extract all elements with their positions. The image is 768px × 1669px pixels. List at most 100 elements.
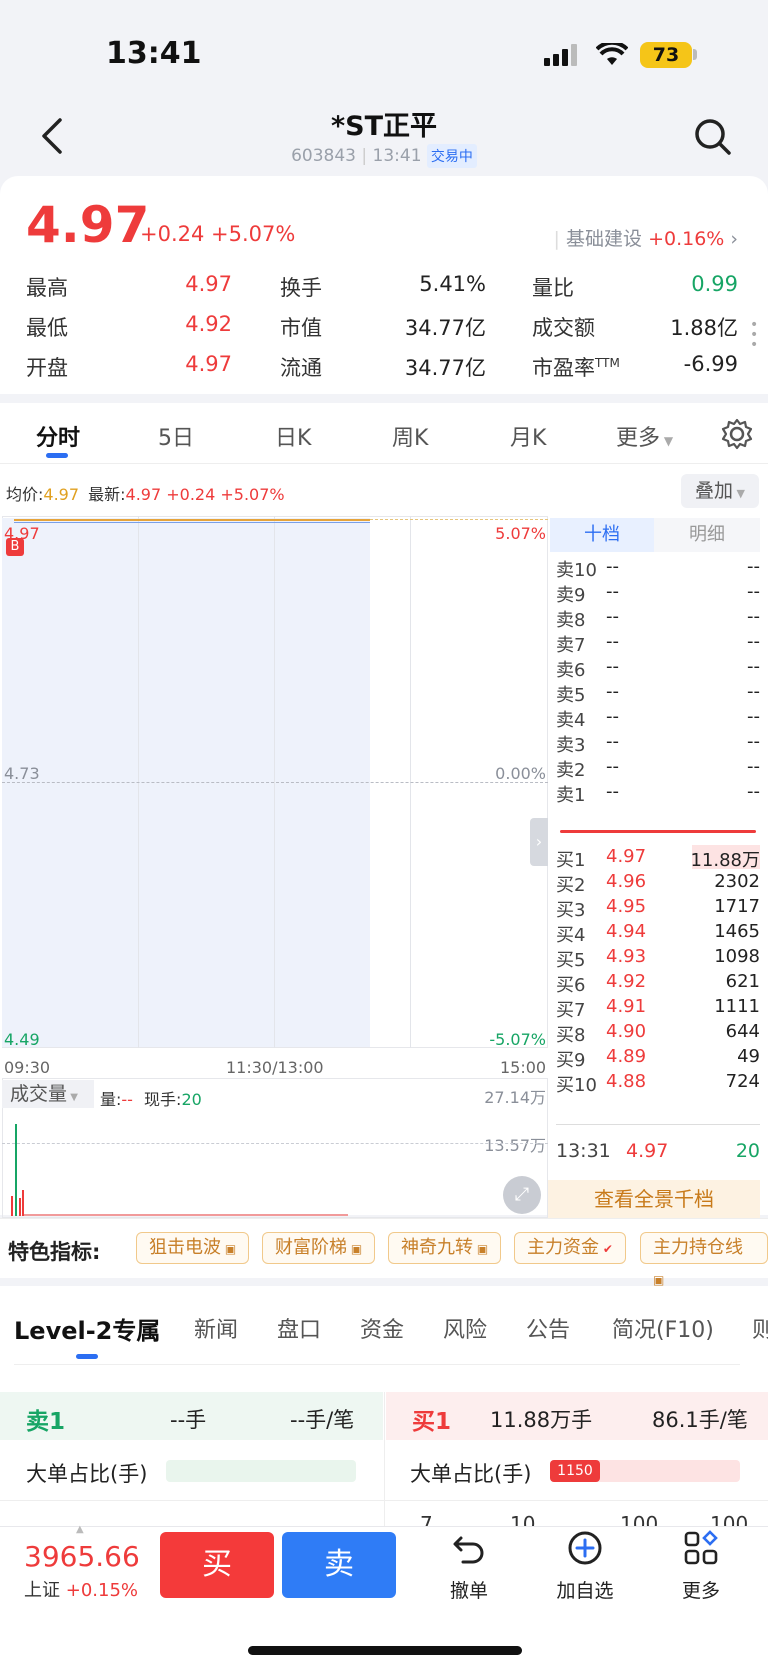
ask-row[interactable]: 卖7 -- --: [556, 631, 760, 657]
tab-ten-levels[interactable]: 十档: [550, 518, 654, 552]
label-volume-ratio: 量比: [532, 276, 574, 300]
volume-max: 27.14万: [484, 1088, 546, 1107]
index-value[interactable]: 3965.66: [24, 1540, 140, 1573]
collapse-orderbook-handle[interactable]: ›: [530, 818, 548, 866]
bid-price: 4.88: [606, 1071, 647, 1092]
bid-row[interactable]: 买7 4.91 1111: [556, 996, 760, 1022]
bid-price: 4.92: [606, 971, 647, 992]
volume-dropdown[interactable]: 成交量 ▼: [2, 1080, 94, 1108]
ask-volume: --: [747, 731, 760, 752]
buy1-label: 买1: [412, 1409, 452, 1435]
sell-button[interactable]: 卖: [282, 1532, 396, 1598]
ask-row[interactable]: 卖1 -- --: [556, 781, 760, 807]
tab-weekly-k[interactable]: 周K: [392, 420, 428, 452]
tab-finance[interactable]: 则: [752, 1312, 768, 1344]
wifi-icon: [596, 43, 628, 65]
bid-row[interactable]: 买8 4.90 644: [556, 1021, 760, 1047]
bid-row[interactable]: 买1 4.97 11.88万: [556, 846, 760, 872]
bid-row[interactable]: 买3 4.95 1717: [556, 896, 760, 922]
tab-f10[interactable]: 简况(F10): [612, 1312, 714, 1344]
tab-funds[interactable]: 资金: [360, 1312, 404, 1344]
tab-5day[interactable]: 5日: [158, 420, 194, 452]
indicator-chip[interactable]: 财富阶梯 ▣: [262, 1232, 376, 1264]
partial-row: 7 10 100 100: [420, 1512, 749, 1526]
full-depth-button[interactable]: 查看全景千档: [548, 1180, 760, 1218]
bid-row[interactable]: 买10 4.88 724: [556, 1071, 760, 1097]
stock-name: *ST正平: [331, 111, 437, 142]
indicator-chip[interactable]: 狙击电波 ▣: [136, 1232, 250, 1264]
sector-link[interactable]: | 基础建设 +0.16% ›: [554, 224, 738, 251]
more-button[interactable]: 更多: [656, 1530, 746, 1603]
divider: [14, 1364, 740, 1365]
latest-change: +0.24: [166, 485, 216, 504]
bid-volume: 644: [725, 1021, 760, 1042]
avg-line: [14, 522, 370, 523]
volume-bar: [22, 1190, 24, 1216]
tab-daily-k[interactable]: 日K: [275, 420, 311, 452]
ask-row[interactable]: 卖2 -- --: [556, 756, 760, 782]
ask-level: 卖4: [556, 710, 586, 731]
buy1-hand: 11.88万手: [490, 1408, 593, 1432]
fullscreen-icon[interactable]: ⤢: [503, 1176, 541, 1214]
search-icon[interactable]: [694, 118, 732, 156]
lock-icon: ▣: [473, 1242, 489, 1256]
ask-row[interactable]: 卖8 -- --: [556, 606, 760, 632]
tab-announcements[interactable]: 公告: [526, 1312, 570, 1344]
indicator-chip[interactable]: 主力持仓线 ▣: [640, 1232, 768, 1287]
axis-top-pct: 5.07%: [495, 524, 546, 543]
tab-intraday[interactable]: 分时: [36, 420, 80, 452]
tab-news[interactable]: 新闻: [194, 1312, 238, 1344]
tab-level2[interactable]: Level-2专属: [14, 1311, 160, 1346]
ask-price: --: [606, 606, 619, 627]
tab-more[interactable]: 更多 ▼: [616, 420, 673, 452]
lock-icon: ▣: [347, 1242, 363, 1256]
ask-volume: --: [747, 556, 760, 577]
bid-volume: 1465: [714, 921, 760, 942]
chevron-up-icon[interactable]: ▲: [76, 1524, 84, 1535]
ask-price: --: [606, 631, 619, 652]
last-trade-row: 13:31 4.97 20: [556, 1140, 760, 1162]
tab-details[interactable]: 明细: [654, 518, 760, 552]
add-watchlist-button[interactable]: 加自选: [540, 1530, 630, 1603]
axis-mid-pct: 0.00%: [495, 764, 546, 783]
value-volume-ratio: 0.99: [691, 272, 738, 296]
v-badge-icon: ✔: [599, 1242, 613, 1256]
bid-row[interactable]: 买2 4.96 2302: [556, 871, 760, 897]
value-high: 4.97: [185, 272, 232, 296]
bid-price: 4.96: [606, 871, 647, 892]
settings-gear-icon[interactable]: [721, 418, 753, 450]
bid-row[interactable]: 买9 4.89 49: [556, 1046, 760, 1072]
change-percent: +5.07%: [211, 222, 296, 246]
bid-row[interactable]: 买4 4.94 1465: [556, 921, 760, 947]
status-bar: 13:41 73: [0, 0, 768, 100]
ask-row[interactable]: 卖4 -- --: [556, 706, 760, 732]
overlay-button[interactable]: 叠加 ▼: [681, 474, 759, 508]
ask-row[interactable]: 卖3 -- --: [556, 731, 760, 757]
trade-status-badge: 交易中: [426, 144, 477, 168]
chart-info-line: 均价:4.97 最新:4.97 +0.24 +5.07%: [6, 485, 285, 504]
bid-row[interactable]: 买5 4.93 1098: [556, 946, 760, 972]
ask-volume: --: [747, 706, 760, 727]
buy-big-bar: 1150: [550, 1460, 600, 1482]
ask-row[interactable]: 卖6 -- --: [556, 656, 760, 682]
ask-price: --: [606, 781, 619, 802]
more-dots-icon[interactable]: • • •: [750, 318, 758, 352]
cancel-order-button[interactable]: 撤单: [424, 1530, 514, 1603]
tab-orderbook[interactable]: 盘口: [277, 1312, 321, 1344]
buy-marker-badge: B: [6, 538, 24, 556]
label-market-cap: 市值: [280, 316, 322, 340]
value-float-cap: 34.77亿: [404, 356, 486, 380]
ask-row[interactable]: 卖10 -- --: [556, 556, 760, 582]
indicator-chip[interactable]: 神奇九转 ▣: [388, 1232, 502, 1264]
tab-monthly-k[interactable]: 月K: [510, 420, 546, 452]
grid-icon: [684, 1530, 718, 1565]
ask-row[interactable]: 卖9 -- --: [556, 581, 760, 607]
bid-price: 4.97: [606, 846, 647, 867]
indicator-chip[interactable]: 主力资金 ✔: [514, 1232, 626, 1264]
tab-risk[interactable]: 风险: [443, 1312, 487, 1344]
bid-row[interactable]: 买6 4.92 621: [556, 971, 760, 997]
ask-row[interactable]: 卖5 -- --: [556, 681, 760, 707]
ask-level: 卖8: [556, 610, 586, 631]
buy-button[interactable]: 买: [160, 1532, 274, 1598]
avg-price: 4.97: [43, 485, 80, 504]
